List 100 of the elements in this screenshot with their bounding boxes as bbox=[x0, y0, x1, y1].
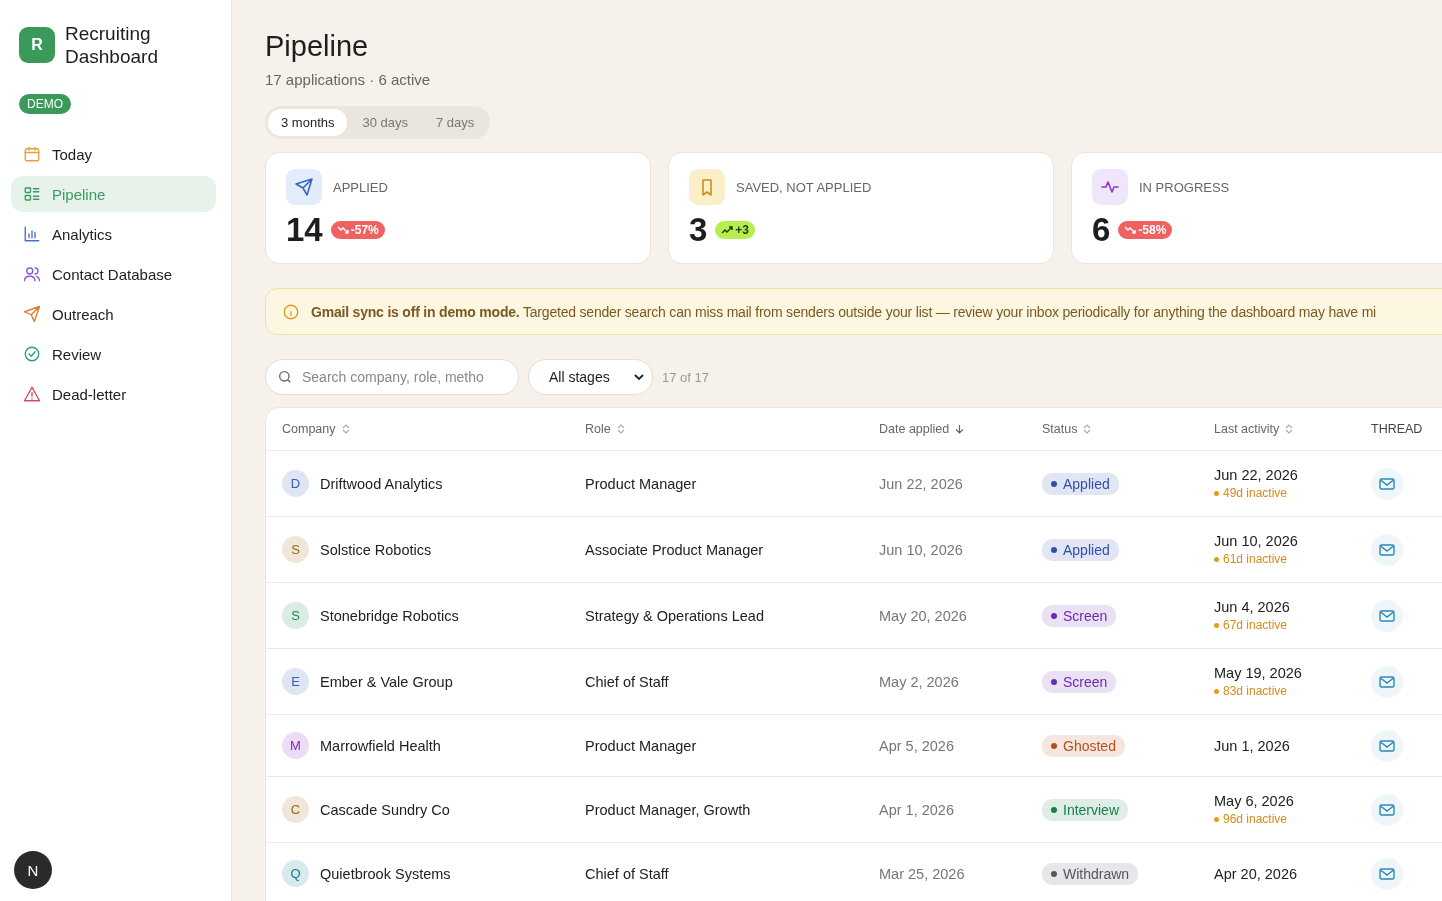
search-icon bbox=[277, 369, 293, 385]
search-field[interactable]: Search company, role, metho bbox=[265, 359, 519, 395]
stat-value: 3 bbox=[689, 211, 708, 249]
people-icon bbox=[23, 265, 41, 283]
date-cell-text: Apr 1, 2026 bbox=[879, 801, 955, 818]
status-badge: Interview bbox=[1042, 798, 1129, 821]
mail-icon bbox=[1379, 608, 1395, 623]
info-icon bbox=[282, 302, 300, 321]
trend-badge: -58% bbox=[1118, 221, 1173, 239]
mail-button[interactable] bbox=[1371, 467, 1403, 500]
dot-icon bbox=[1214, 816, 1219, 822]
mail-button[interactable] bbox=[1371, 665, 1403, 698]
column-header[interactable]: Last activity bbox=[1214, 422, 1371, 436]
mail-button[interactable] bbox=[1371, 533, 1403, 566]
sort-icon bbox=[1285, 424, 1294, 434]
stat-value: 6 bbox=[1092, 211, 1111, 249]
nav-item[interactable]: Review bbox=[11, 336, 216, 372]
nav-item[interactable]: Dead-letter bbox=[11, 376, 216, 412]
notice-text: Gmail sync is off in demo mode. Targeted sender search can miss mail from senders outside your list — review your inbox periodically for anything the dashboard may have mi bbox=[311, 303, 1376, 320]
role-cell-text: Product Manager, Growth bbox=[585, 801, 752, 818]
mail-button[interactable] bbox=[1371, 729, 1403, 762]
nav-item[interactable]: Today bbox=[11, 136, 216, 172]
mail-icon bbox=[1379, 738, 1395, 753]
company-name: Quietbrook Systems bbox=[320, 865, 451, 882]
date-cell-text: Jun 10, 2026 bbox=[879, 541, 964, 558]
company-name: Stonebridge Robotics bbox=[320, 607, 459, 624]
last-activity-date: Jun 22, 2026 bbox=[1214, 467, 1299, 483]
user-avatar[interactable]: N bbox=[14, 851, 52, 889]
paper-plane-icon bbox=[23, 305, 41, 323]
company-name: Solstice Robotics bbox=[320, 541, 432, 558]
range-tab[interactable]: 3 months bbox=[268, 109, 348, 136]
mail-button[interactable] bbox=[1371, 793, 1403, 826]
sort-icon bbox=[1083, 424, 1092, 434]
page-subtitle: 17 applications · 6 active bbox=[265, 71, 432, 88]
column-header[interactable]: Status bbox=[1042, 422, 1214, 436]
status-badge: Screen bbox=[1042, 604, 1117, 627]
dot-icon bbox=[1214, 688, 1219, 694]
sort-icon bbox=[616, 424, 625, 434]
last-activity-date: May 19, 2026 bbox=[1214, 665, 1303, 681]
company-name: Ember & Vale Group bbox=[320, 673, 453, 690]
company-avatar: M bbox=[282, 732, 309, 759]
mail-button[interactable] bbox=[1371, 599, 1403, 632]
status-badge: Ghosted bbox=[1042, 734, 1125, 757]
pulse-icon bbox=[1092, 169, 1128, 205]
last-activity-date: Jun 1, 2026 bbox=[1214, 737, 1291, 754]
demo-badge: DEMO bbox=[19, 94, 71, 114]
role-cell-text: Product Manager bbox=[585, 475, 698, 492]
mail-icon bbox=[1379, 476, 1395, 491]
trend-badge: -57% bbox=[330, 221, 385, 239]
bar-chart-icon bbox=[23, 225, 41, 243]
chevron-down-icon bbox=[634, 373, 644, 381]
inactive-note: 67d inactive bbox=[1223, 618, 1288, 632]
last-activity-date: Jun 10, 2026 bbox=[1214, 533, 1299, 549]
stage-dropdown[interactable]: All stages bbox=[528, 359, 653, 395]
last-activity-date: Jun 4, 2026 bbox=[1214, 599, 1291, 615]
column-header[interactable]: Role bbox=[585, 422, 879, 436]
company-avatar: S bbox=[282, 536, 309, 563]
range-tab[interactable]: 7 days bbox=[423, 109, 488, 136]
stat-label: APPLIED bbox=[333, 179, 388, 195]
company-avatar: Q bbox=[282, 860, 309, 887]
last-activity-date: Apr 20, 2026 bbox=[1214, 865, 1299, 882]
trend-badge: +3 bbox=[715, 221, 756, 239]
status-badge: Applied bbox=[1042, 472, 1119, 495]
app-logo: R bbox=[19, 27, 55, 63]
result-count: 17 of 17 bbox=[662, 369, 709, 385]
mail-icon bbox=[1379, 542, 1395, 557]
company-avatar: D bbox=[282, 470, 309, 497]
bookmark-icon bbox=[689, 169, 725, 205]
nav-item[interactable]: Analytics bbox=[11, 216, 216, 252]
check-circle-icon bbox=[23, 345, 41, 363]
range-tab[interactable]: 30 days bbox=[349, 109, 422, 136]
arrow-down-icon bbox=[955, 424, 965, 434]
inactive-note: 83d inactive bbox=[1223, 684, 1288, 698]
role-cell-text: Strategy & Operations Lead bbox=[585, 607, 765, 624]
company-avatar: C bbox=[282, 796, 309, 823]
nav-item[interactable]: Contact Database bbox=[11, 256, 216, 292]
inactive-note: 49d inactive bbox=[1223, 486, 1288, 500]
column-header[interactable]: Date applied bbox=[879, 422, 1042, 436]
stat-label: IN PROGRESS bbox=[1139, 179, 1230, 195]
mail-icon bbox=[1379, 866, 1395, 881]
company-name: Marrowfield Health bbox=[320, 737, 441, 754]
status-badge: Screen bbox=[1042, 670, 1117, 693]
last-activity-date: May 6, 2026 bbox=[1214, 793, 1295, 809]
nav-item[interactable]: Outreach bbox=[11, 296, 216, 332]
column-header: THREAD bbox=[1371, 422, 1424, 436]
mail-icon bbox=[1379, 802, 1395, 817]
column-header[interactable]: Company bbox=[282, 422, 585, 436]
company-avatar: S bbox=[282, 602, 309, 629]
date-cell-text: May 20, 2026 bbox=[879, 607, 968, 624]
calendar-icon bbox=[23, 145, 41, 163]
dot-icon bbox=[1214, 622, 1219, 628]
role-cell-text: Product Manager bbox=[585, 737, 698, 754]
role-cell-text: Associate Product Manager bbox=[585, 541, 765, 558]
status-badge: Applied bbox=[1042, 538, 1119, 561]
sort-icon bbox=[341, 424, 350, 434]
mail-button[interactable] bbox=[1371, 857, 1403, 890]
company-name: Cascade Sundry Co bbox=[320, 801, 450, 818]
mail-icon bbox=[1379, 674, 1395, 689]
dot-icon bbox=[1214, 490, 1219, 496]
stat-label: SAVED, NOT APPLIED bbox=[736, 179, 872, 195]
